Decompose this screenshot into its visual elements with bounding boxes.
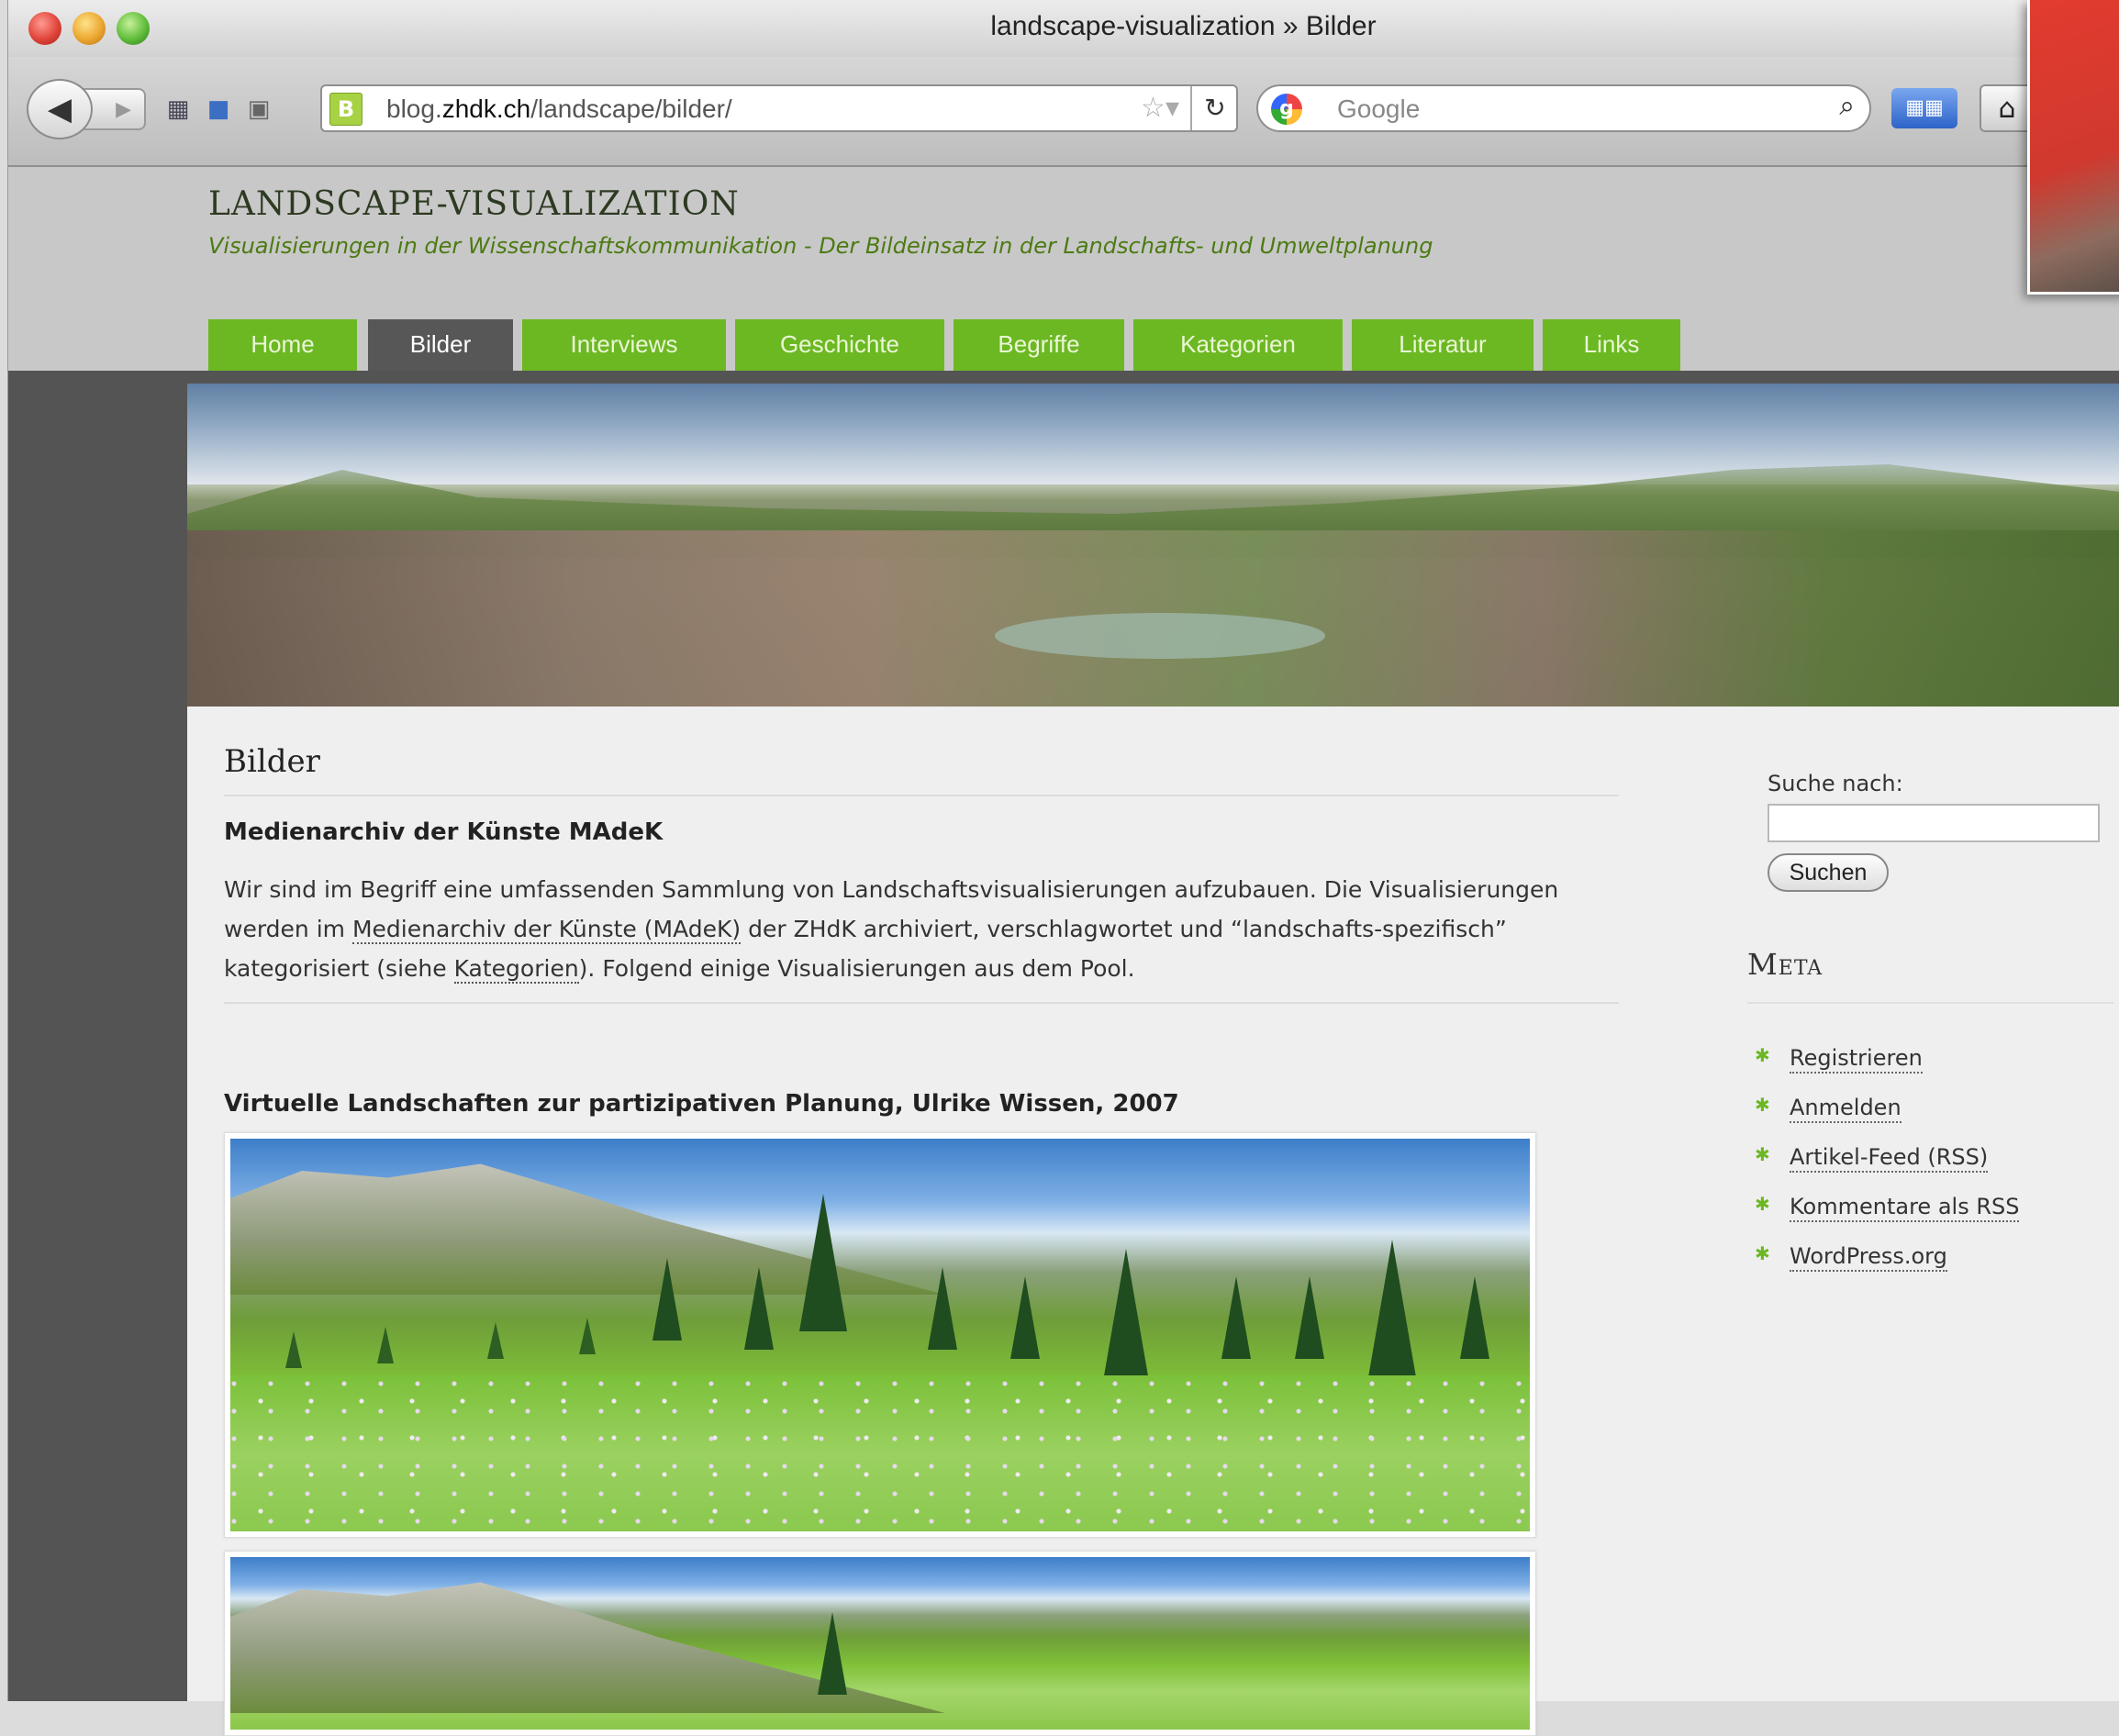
paragraph-text: ). Folgend einige Visualisierungen aus d… [578,955,1135,982]
picture-tree [1221,1276,1251,1359]
window-title: landscape-visualization » Bilder [990,11,1377,41]
url-domain: zhdk.ch [441,95,531,123]
picture-tree [1460,1276,1489,1359]
banner-lake [995,613,1325,659]
search-field-placeholder: Google [1337,95,1421,123]
picture-tree [1295,1276,1324,1359]
site-favicon-icon: B [329,93,362,126]
picture-tree [744,1267,774,1350]
section-divider [224,1002,1619,1004]
landscape-image-1[interactable] [224,1132,1536,1538]
page-setup-icon[interactable]: ▦ [162,94,194,125]
anmelden-link[interactable]: Anmelden [1790,1094,1902,1123]
browser-window: landscape-visualization » Bilder ▶ ◀ ▦ ■… [7,0,2119,1736]
picture-tree [928,1267,957,1350]
madek-link[interactable]: Medienarchiv der Künste (MAdeK) [351,916,742,944]
wordpress-link[interactable]: WordPress.org [1790,1242,1947,1272]
reload-icon[interactable]: ↻ [1190,86,1238,130]
meadow-picture [230,1139,1530,1531]
picture-tree [579,1318,596,1354]
nav-tab-bilder[interactable]: Bilder [368,319,513,371]
artikel-feed-link[interactable]: Artikel-Feed (RSS) [1790,1143,1989,1173]
picture-flowers [230,1375,1530,1531]
nav-buttons: ▶ ◀ [27,79,146,139]
home-icon[interactable]: ⌂ [1980,84,2035,132]
picture-tree [818,1612,847,1695]
title-bar: landscape-visualization » Bilder [8,0,2119,57]
meta-heading: Meta [1747,947,1823,982]
forward-arrow-icon: ▶ [116,97,131,121]
url-path: /landscape/bilder/ [530,95,732,123]
nav-tab-literatur[interactable]: Literatur [1352,319,1533,371]
bullet-icon: ✱ [1755,1242,1770,1264]
registrieren-link[interactable]: Registrieren [1790,1044,1923,1074]
nav-tab-begriffe[interactable]: Begriffe [954,319,1124,371]
nav-tab-geschichte[interactable]: Geschichte [735,319,944,371]
web-page: LANDSCAPE-VISUALIZATION Visualisierungen… [8,167,2119,1736]
picture-tree [1368,1240,1416,1377]
nav-tab-links[interactable]: Links [1543,319,1680,371]
picture-tree [1010,1276,1040,1359]
google-icon[interactable]: g [1271,94,1302,125]
section-heading-virtual-landscapes: Virtuelle Landschaften zur partizipative… [224,1090,1179,1118]
bullet-icon: ✱ [1755,1094,1770,1116]
site-title[interactable]: LANDSCAPE-VISUALIZATION [208,185,740,223]
title-divider [224,795,1619,796]
picture-tree [799,1194,847,1331]
window-icon[interactable]: ■ [203,94,234,125]
picture-tree [1102,1249,1150,1386]
picture-tree [487,1322,504,1359]
meta-divider [1747,1002,2114,1004]
landscape-image-2[interactable] [224,1551,1536,1736]
bullet-icon: ✱ [1755,1044,1770,1066]
search-bar[interactable]: g Google ⌕ [1256,84,1871,132]
kommentare-rss-link[interactable]: Kommentare als RSS [1790,1193,2020,1222]
bookmark-star-icon[interactable]: ☆▾ [1141,92,1179,124]
search-input[interactable] [1768,804,2100,842]
section-heading-madek: Medienarchiv der Künste MAdeK [224,818,664,846]
search-label: Suche nach: [1768,771,1903,796]
browser-toolbar: ▶ ◀ ▦ ■ ▣ B blog.zhdk.ch/landscape/bilde… [8,57,2119,167]
webcam-overlay-image [2027,0,2119,295]
search-button[interactable]: Suchen [1768,853,1889,892]
bullet-icon: ✱ [1755,1193,1770,1215]
content-area: Bilder Medienarchiv der Künste MAdeK Wir… [187,384,2119,1736]
kategorien-link[interactable]: Kategorien [453,955,579,984]
bullet-icon: ✱ [1755,1143,1770,1165]
header-banner-image [187,384,2119,707]
nav-tab-home[interactable]: Home [208,319,357,371]
picture-tree [377,1327,394,1363]
page-title: Bilder [224,743,320,780]
intro-paragraph: Wir sind im Begriff eine umfassenden Sam… [224,870,1619,988]
magnifier-icon[interactable]: ⌕ [1839,90,1855,122]
url-prefix: blog. [386,95,442,123]
site-tagline: Visualisierungen in der Wissenschaftskom… [208,233,1433,259]
clipboard-icon[interactable]: ▣ [243,94,274,125]
bookmarks-grid-icon[interactable]: ▦▦ [1891,88,1957,128]
back-button[interactable]: ◀ [27,79,93,139]
picture-tree [652,1258,682,1341]
picture-tree [285,1331,302,1368]
address-bar[interactable]: B blog.zhdk.ch/landscape/bilder/ ☆▾ ↻ [320,84,1238,132]
back-arrow-icon: ◀ [47,91,72,128]
meadow-picture [230,1557,1530,1730]
url-text[interactable]: blog.zhdk.ch/landscape/bilder/ [386,95,732,124]
nav-tab-interviews[interactable]: Interviews [522,319,726,371]
nav-tab-kategorien[interactable]: Kategorien [1133,319,1343,371]
